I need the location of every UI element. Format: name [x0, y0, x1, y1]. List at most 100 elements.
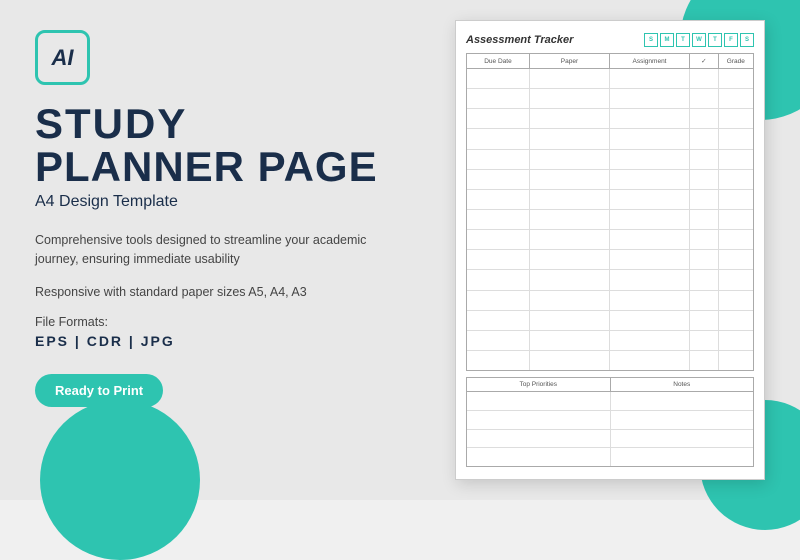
cell-grade: [719, 311, 753, 330]
table-row: [467, 150, 753, 170]
cell-assignment: [610, 190, 690, 209]
cell-paper: [530, 311, 610, 330]
bottom-section: Top Priorities Notes: [466, 377, 754, 467]
table-row: [467, 250, 753, 270]
table-row: [467, 69, 753, 89]
cell-grade: [719, 190, 753, 209]
table-body: [467, 69, 753, 370]
responsive-text: Responsive with standard paper sizes A5,…: [35, 283, 385, 302]
table-row: [467, 311, 753, 331]
cell-assignment: [610, 351, 690, 370]
cell-paper: [530, 210, 610, 229]
col-assignment-header: Assignment: [610, 54, 690, 68]
table-row: [467, 351, 753, 370]
cell-grade: [719, 351, 753, 370]
table-row: [467, 230, 753, 250]
cell-assignment: [610, 109, 690, 128]
cell-grade: [719, 291, 753, 310]
ai-logo-text: AI: [52, 45, 74, 71]
cell-check: [690, 150, 719, 169]
table-row: [467, 190, 753, 210]
bottom-row: [467, 430, 753, 449]
cell-grade: [719, 89, 753, 108]
col-due-date-header: Due Date: [467, 54, 530, 68]
cell-grade: [719, 270, 753, 289]
file-formats-values: EPS | CDR | JPG: [35, 333, 385, 349]
cell-due: [467, 69, 530, 88]
cell-grade: [719, 250, 753, 269]
green-circle-left-decoration: [40, 400, 200, 560]
top-priorities-header: Top Priorities: [467, 378, 611, 391]
cell-grade: [719, 210, 753, 229]
cell-due: [467, 270, 530, 289]
tracker-header: Assessment Tracker SMTWTFS: [466, 33, 754, 47]
cell-check: [690, 230, 719, 249]
table-row: [467, 331, 753, 351]
cell-assignment: [610, 129, 690, 148]
cell-paper: [530, 230, 610, 249]
cell-due: [467, 170, 530, 189]
cell-paper: [530, 89, 610, 108]
cell-due: [467, 250, 530, 269]
cell-check: [690, 270, 719, 289]
cell-paper: [530, 109, 610, 128]
cell-paper: [530, 250, 610, 269]
bottom-cell-priority: [467, 392, 611, 410]
cell-assignment: [610, 250, 690, 269]
cell-assignment: [610, 311, 690, 330]
cell-assignment: [610, 89, 690, 108]
cell-grade: [719, 150, 753, 169]
study-title: STUDY: [35, 103, 385, 145]
cell-assignment: [610, 69, 690, 88]
bottom-row: [467, 411, 753, 430]
bottom-cell-priority: [467, 430, 611, 448]
cell-grade: [719, 170, 753, 189]
cell-paper: [530, 351, 610, 370]
cell-paper: [530, 150, 610, 169]
col-grade-header: Grade: [719, 54, 753, 68]
cell-check: [690, 291, 719, 310]
cell-check: [690, 89, 719, 108]
cell-grade: [719, 109, 753, 128]
day-box: T: [708, 33, 722, 47]
cell-due: [467, 331, 530, 350]
ai-logo-box: AI: [35, 30, 90, 85]
bottom-cell-notes: [611, 411, 754, 429]
table-row: [467, 291, 753, 311]
bottom-header-row: Top Priorities Notes: [467, 378, 753, 392]
description: Comprehensive tools designed to streamli…: [35, 231, 385, 269]
day-box: S: [644, 33, 658, 47]
file-formats-section: File Formats: EPS | CDR | JPG: [35, 315, 385, 349]
bottom-row: [467, 392, 753, 411]
cell-due: [467, 291, 530, 310]
cell-grade: [719, 230, 753, 249]
cell-due: [467, 190, 530, 209]
bottom-body: [467, 392, 753, 466]
cell-paper: [530, 69, 610, 88]
right-panel: Assessment Tracker SMTWTFS Due Date Pape…: [420, 0, 800, 500]
bottom-cell-notes: [611, 392, 754, 410]
cell-grade: [719, 69, 753, 88]
day-boxes: SMTWTFS: [644, 33, 754, 47]
cell-paper: [530, 291, 610, 310]
cell-check: [690, 109, 719, 128]
day-box: F: [724, 33, 738, 47]
cell-due: [467, 210, 530, 229]
table-row: [467, 129, 753, 149]
table-row: [467, 270, 753, 290]
cell-grade: [719, 331, 753, 350]
cell-check: [690, 170, 719, 189]
cell-assignment: [610, 230, 690, 249]
cell-check: [690, 250, 719, 269]
cell-paper: [530, 170, 610, 189]
cell-due: [467, 89, 530, 108]
planner-title: PLANNER PAGE: [35, 145, 385, 189]
cell-due: [467, 150, 530, 169]
cell-check: [690, 351, 719, 370]
cell-assignment: [610, 270, 690, 289]
cell-assignment: [610, 170, 690, 189]
cell-paper: [530, 190, 610, 209]
day-box: T: [676, 33, 690, 47]
table-row: [467, 210, 753, 230]
table-row: [467, 89, 753, 109]
